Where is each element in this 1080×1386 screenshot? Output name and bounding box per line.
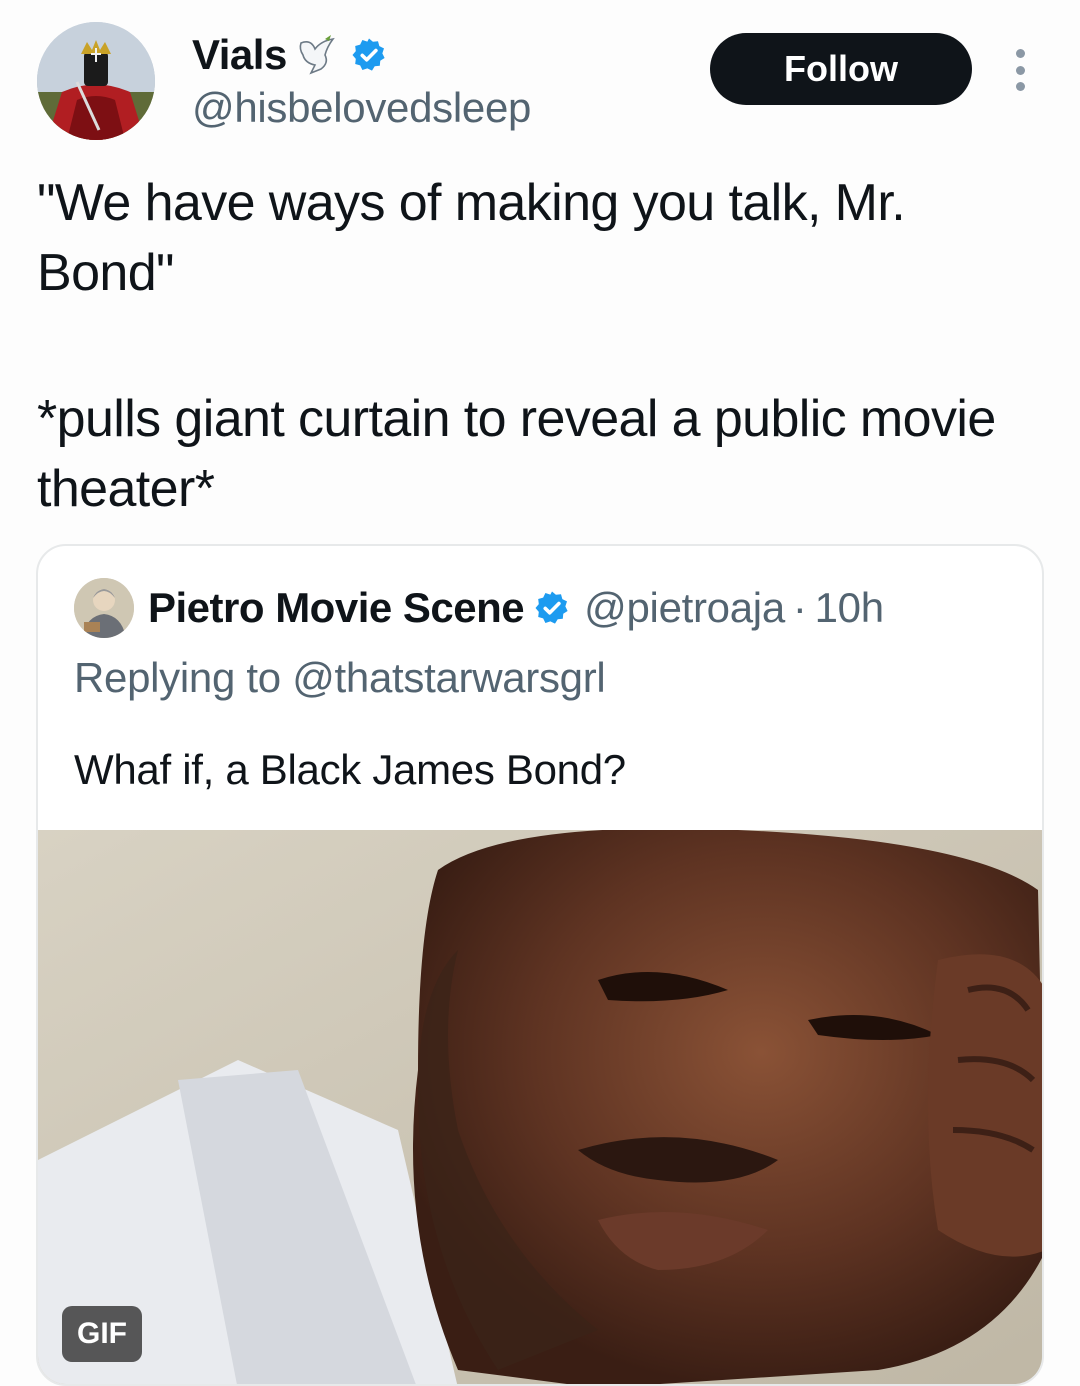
tweet-text-line: *pulls giant curtain to reveal a public … [37, 390, 996, 518]
more-dot [1015, 82, 1025, 91]
more-dot [1015, 49, 1025, 58]
dove-icon [299, 35, 335, 75]
more-dot [1015, 65, 1025, 75]
author-display-name[interactable]: Vials [192, 31, 287, 79]
quoted-timestamp[interactable]: 10h [815, 584, 884, 632]
verified-badge-icon [352, 38, 385, 71]
separator-dot: · [792, 584, 807, 631]
quoted-handle[interactable]: @pietroaja [584, 584, 785, 632]
author-name-row: Vials [192, 30, 387, 80]
knight-avatar-image [37, 22, 155, 140]
replying-to-text[interactable]: Replying to @thatstarwarsgrl [74, 654, 606, 702]
follow-button[interactable]: Follow [710, 33, 972, 105]
more-options-icon[interactable] [1004, 46, 1036, 94]
author-avatar[interactable] [37, 22, 155, 140]
quoted-tweet-text: Whaf if, a Black James Bond? [74, 746, 626, 793]
gif-badge: GIF [62, 1306, 142, 1362]
quoted-gif-media[interactable]: GIF [38, 830, 1042, 1384]
quoted-header: Pietro Movie Scene @pietroaja · 10h [148, 580, 884, 636]
portrait-avatar-image [74, 578, 134, 638]
verified-badge-icon [535, 591, 568, 624]
quoted-author-avatar[interactable] [74, 578, 134, 638]
quoted-display-name[interactable]: Pietro Movie Scene [148, 584, 525, 632]
tweet-text: "We have ways of making you talk, Mr. Bo… [37, 168, 1047, 524]
man-thinking-gif-image [38, 830, 1042, 1384]
quoted-tweet-card[interactable]: Pietro Movie Scene @pietroaja · 10h Repl… [36, 544, 1044, 1386]
tweet-text-line: "We have ways of making you talk, Mr. Bo… [37, 174, 906, 302]
author-handle[interactable]: @hisbelovedsleep [192, 84, 531, 132]
